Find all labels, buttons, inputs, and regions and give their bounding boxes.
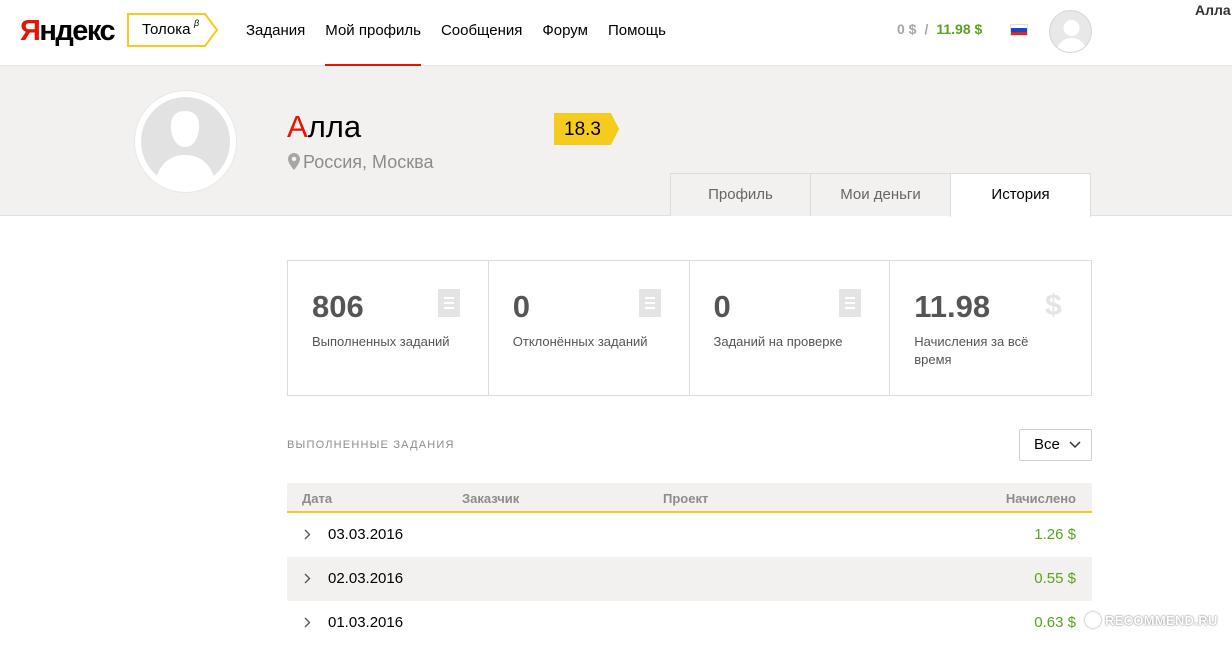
recommend-logo-icon: [1085, 612, 1101, 628]
completed-tasks-table: Дата Заказчик Проект Начислено 03.03.201…: [287, 483, 1092, 645]
nav-item-help[interactable]: Помощь: [608, 0, 666, 66]
table-row[interactable]: 02.03.2016 0.55 $: [287, 557, 1092, 601]
stat-value: 0: [713, 289, 731, 324]
user-silhouette-icon: [1056, 20, 1087, 52]
name-first-letter: А: [287, 109, 308, 144]
tab-my-money[interactable]: Мои деньги: [810, 173, 951, 216]
stat-label: Начисления за всё время: [914, 334, 1029, 367]
nav-item-forum[interactable]: Форум: [542, 0, 588, 66]
table-row[interactable]: 03.03.2016 1.26 $: [287, 513, 1092, 557]
chevron-right-icon[interactable]: [304, 617, 311, 628]
rating-badge: 18.3: [554, 113, 620, 145]
service-label: Толока: [142, 21, 191, 38]
filter-select[interactable]: Все: [1019, 429, 1092, 461]
row-amount: 0.55 $: [1034, 570, 1076, 587]
dollar-icon: $: [1045, 289, 1062, 319]
tab-profile[interactable]: Профиль: [670, 173, 811, 216]
balance-pending: 0 $: [897, 21, 917, 37]
profile-tabs: Профиль Мои деньги История: [670, 173, 1091, 217]
document-icon: [638, 289, 661, 317]
profile-name: Алла: [287, 108, 361, 146]
nav-item-tasks[interactable]: Задания: [246, 0, 305, 66]
stat-tasks-under-review: 0 Заданий на проверке: [690, 261, 891, 395]
stat-label: Отклонённых заданий: [512, 334, 648, 349]
column-header-accrued[interactable]: Начислено: [1006, 491, 1076, 506]
stat-value: 806: [312, 289, 364, 324]
document-icon: [437, 289, 460, 317]
table-row[interactable]: 01.03.2016 0.63 $: [287, 601, 1092, 645]
stat-label: Заданий на проверке: [713, 334, 843, 349]
row-amount: 1.26 $: [1034, 526, 1076, 543]
watermark-text: RECOMMEND.RU: [1105, 613, 1218, 628]
stat-value: 11.98: [914, 289, 991, 324]
rating-value: 18.3: [564, 119, 601, 140]
balance-separator: /: [924, 21, 929, 37]
row-amount: 0.63 $: [1034, 614, 1076, 631]
table-header: Дата Заказчик Проект Начислено: [287, 483, 1092, 513]
stat-rejected-tasks: 0 Отклонённых заданий: [489, 261, 690, 395]
stat-completed-tasks: 806 Выполненных заданий: [288, 261, 489, 395]
user-name[interactable]: Алла: [1195, 2, 1231, 18]
watermark: RECOMMEND.RU: [1085, 612, 1218, 628]
column-header-project[interactable]: Проект: [663, 491, 708, 506]
toloka-service-badge[interactable]: Толока β: [127, 13, 219, 47]
column-header-date[interactable]: Дата: [302, 491, 332, 506]
section-title: выполненные задания: [287, 439, 455, 451]
chevron-right-icon[interactable]: [304, 529, 311, 540]
location-pin-icon: [288, 153, 300, 170]
stat-label: Выполненных заданий: [312, 334, 450, 349]
nav-item-messages[interactable]: Сообщения: [441, 0, 522, 66]
main-nav: Задания Мой профиль Сообщения Форум Помо…: [246, 0, 686, 66]
logo-first-letter: Я: [20, 15, 41, 47]
top-header: Яндекс Толока β Задания Мой профиль Сооб…: [0, 0, 1232, 66]
tab-history[interactable]: История: [950, 173, 1091, 217]
nav-item-my-profile[interactable]: Мой профиль: [325, 0, 421, 66]
balance-total: 11.98 $: [936, 21, 983, 37]
stats-panel: 806 Выполненных заданий 0 Отклонённых за…: [287, 260, 1092, 396]
logo-rest: ндекс: [39, 15, 115, 47]
chevron-right-icon[interactable]: [304, 573, 311, 584]
stat-value: 0: [512, 289, 530, 324]
profile-location: Россия, Москва: [288, 152, 433, 173]
user-silhouette-icon: [155, 111, 216, 186]
row-date: 02.03.2016: [328, 570, 404, 587]
filter-value: Все: [1034, 436, 1060, 453]
row-date: 01.03.2016: [328, 614, 404, 631]
row-date: 03.03.2016: [328, 526, 404, 543]
profile-avatar: [135, 91, 236, 192]
column-header-customer[interactable]: Заказчик: [462, 491, 519, 506]
stat-total-earnings: 11.98 Начисления за всё время $: [890, 261, 1091, 395]
user-avatar[interactable]: [1049, 10, 1092, 53]
chevron-down-icon: [1069, 441, 1081, 449]
yandex-logo[interactable]: Яндекс: [20, 14, 116, 48]
name-rest: лла: [307, 109, 362, 144]
location-text: Россия, Москва: [303, 152, 434, 172]
document-icon: [839, 289, 862, 317]
russia-flag-icon[interactable]: [1010, 24, 1028, 36]
svg-text:$: $: [1045, 289, 1062, 319]
service-beta-mark: β: [194, 18, 200, 28]
balance-indicator[interactable]: 0 $ / 11.98 $: [897, 21, 982, 37]
